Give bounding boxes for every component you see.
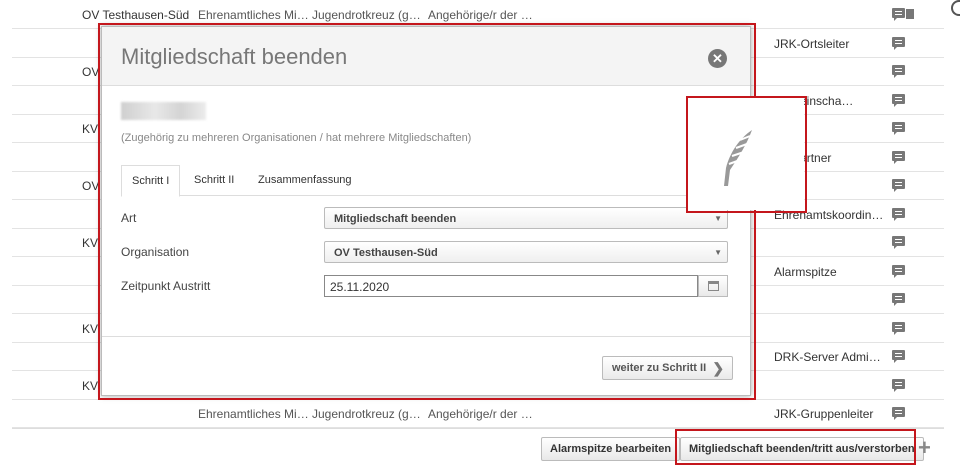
row-actions [892,178,905,192]
comment-icon[interactable] [892,293,905,306]
comment-icon[interactable] [892,36,905,50]
comment-icon[interactable] [892,236,905,249]
comment-icon[interactable] [892,264,905,278]
row-actions [892,7,914,21]
row-actions [892,36,905,50]
row-actions [892,264,905,278]
group-cell: Jugendrotkreuz (g… [312,407,421,421]
row-actions [892,378,905,392]
highlight-dialog [98,23,756,400]
org-cell: OV [82,65,100,79]
comment-icon[interactable] [892,179,905,192]
comment-icon[interactable] [892,93,905,107]
comment-icon[interactable] [892,8,905,21]
row-actions [892,406,905,420]
comment-icon[interactable] [892,122,905,135]
comment-icon[interactable] [892,65,905,78]
role-cell: JRK-Ortsleiter [774,36,850,51]
membership-cell: Angehörige/r der … [428,8,533,22]
row-actions [892,93,905,107]
row-actions [892,349,905,363]
add-icon[interactable]: + [918,435,931,461]
highlight-end-membership [675,429,916,465]
table-row: Ehrenamtliches Mi… Jugendrotkreuz (g… Ange… [12,399,944,428]
row-actions [892,121,905,135]
row-actions [892,235,905,249]
function-cell: Ehrenamtliches Mi… [198,407,309,421]
partial-corner-icon [951,0,960,16]
row-actions [892,64,905,78]
role-cell: JRK-Gruppenleiter [774,407,874,421]
trash-icon[interactable] [906,7,914,19]
membership-cell: Angehörige/r der … [428,407,533,421]
edit-alarm-button[interactable]: Alarmspitze bearbeiten [541,437,681,461]
org-cell: KV [82,122,99,136]
org-cell: OV Testhausen-Süd [82,8,190,22]
comment-icon[interactable] [892,207,905,221]
org-cell: KV [82,236,99,250]
row-actions [892,321,905,335]
highlight-loading-icon [686,96,807,213]
comment-icon[interactable] [892,150,905,164]
comment-icon[interactable] [892,321,905,335]
comment-icon[interactable] [892,407,905,420]
comment-icon[interactable] [892,378,905,392]
row-actions [892,150,905,164]
org-cell: KV [82,321,99,336]
group-cell: Jugendrotkreuz (g… [312,8,421,22]
org-cell: OV [82,179,100,193]
row-actions [892,292,905,306]
role-cell: Alarmspitze [774,264,837,279]
role-cell: DRK-Server Admi… [774,350,881,364]
comment-icon[interactable] [892,350,905,363]
org-cell: KV [82,378,99,393]
function-cell: Ehrenamtliches Mi… [198,8,309,22]
row-actions [892,207,905,221]
